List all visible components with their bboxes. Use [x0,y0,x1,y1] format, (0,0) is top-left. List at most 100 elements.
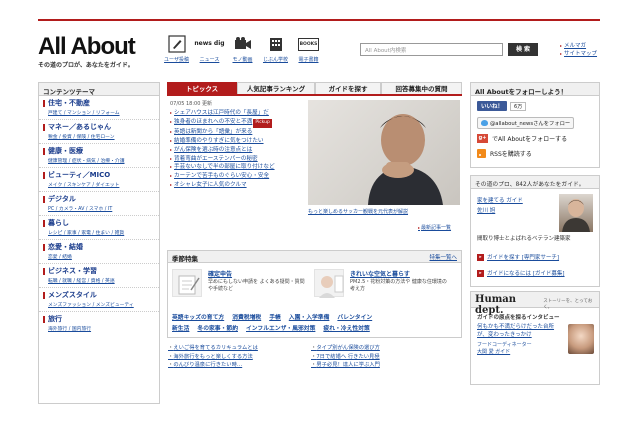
keyword-link[interactable]: 新生活 [172,323,189,332]
user-post-button[interactable]: ユーザ投稿 [160,34,193,63]
keyword-link[interactable]: 手帳 [269,312,281,321]
keyword-link[interactable]: 消費税増税 [232,312,261,321]
keyword-link[interactable]: バレンタイン [337,312,372,321]
category-business[interactable]: ビジネス・学習 転職 / 就職 / 経営 / 資格 / 英語 [39,264,159,288]
all-about-logo[interactable]: All About [38,33,136,61]
seasonal-features: 季節特集 特集一覧へ 確定申告 早めにもしない申請を よくある疑問・質問や手続な… [167,250,462,338]
category-living[interactable]: 暮らし レシピ / 家事 / 家電 / 住まい / 雑貨 [39,216,159,240]
find-guide-label[interactable]: ガイドを探す [専門家サーチ] [487,253,559,261]
keyword-link[interactable]: 疲れ・冷え性対策 [323,323,369,332]
video-button[interactable]: モノ動画 [226,34,259,63]
latest-articles-link[interactable]: 最新記事一覧 [418,224,451,231]
category-sublinks[interactable]: 健康管理 / 症状・病気 / 治療・介護 [48,157,155,164]
interviewee-name[interactable]: フードコーディネーター 大関 愛 ガイド [477,342,532,356]
school-label: じぶん学校 [262,57,288,63]
interview-link[interactable]: 何もかも不満だらけだった台所が、変わったきっかけ [477,323,557,339]
topic-text[interactable]: 独身者のほまれへの不安と不満 [174,119,252,125]
category-mens[interactable]: メンズスタイル メンズファッション / メンズビューティ [39,288,159,312]
topic-link[interactable]: 手芸ないなしで半の部屋に取り付けなど [170,163,308,172]
video-label: モノ動画 [232,57,253,63]
interviewee-guide-name[interactable]: 大関 愛 ガイド [477,349,532,356]
category-travel[interactable]: 旅行 海外旅行 / 国内旅行 [39,312,159,335]
category-sublinks[interactable]: メイク / スキンケア / ダイエット [48,181,155,188]
topic-link[interactable]: 背着弯曲がエーステンパーの秘密 [170,155,308,164]
books-badge: BOOKS [297,37,320,51]
category-sublinks[interactable]: メンズファッション / メンズビューティ [48,301,155,308]
category-label[interactable]: デジタル [43,194,155,204]
category-housing[interactable]: 住宅・不動産 戸建て / マンション / リフォーム [39,96,159,120]
news-button[interactable]: news dig ニュース [193,34,226,64]
bottom-link[interactable]: 男子必見！達人に学ぶ入門 [311,361,380,370]
category-label[interactable]: 旅行 [43,314,155,324]
become-guide-link[interactable]: ▸ ガイドになるには [ガイド募集] [477,269,565,277]
category-beauty[interactable]: ビューティ／MICO メイク / スキンケア / ダイエット [39,168,159,192]
bottom-link[interactable]: 海外旅行をもっと楽しくする方法 [168,353,258,362]
twitter-follow-button[interactable]: @allabout_newsさんをフォロー [477,117,575,129]
sitemap-link[interactable]: サイトマップ [560,50,597,58]
facebook-like-button[interactable]: いいね！ [477,101,508,111]
category-label[interactable]: ビューティ／MICO [43,170,155,180]
category-label[interactable]: 暮らし [43,218,155,228]
topic-link[interactable]: オシャレ女子に人気のクルマ [170,181,308,190]
become-guide-label[interactable]: ガイドになるには [ガイド募集] [487,269,565,277]
category-label[interactable]: 住宅・不動産 [43,98,155,108]
category-sublinks[interactable]: 戸建て / マンション / リフォーム [48,109,155,116]
search-input[interactable]: All About内検索 [360,43,503,56]
topic-link[interactable]: がん保険を選ぶ時の注意点とは [170,146,308,155]
guide-photo[interactable] [559,194,593,232]
category-sublinks[interactable]: 転職 / 就職 / 経営 / 資格 / 英語 [48,277,155,284]
pen-icon [160,34,193,54]
category-health[interactable]: 健康・医療 健康管理 / 症状・病気 / 治療・介護 [39,144,159,168]
topic-link[interactable]: 結婚準備のやりすぎに気をつけたい [170,137,308,146]
category-label[interactable]: 健康・医療 [43,146,155,156]
category-label[interactable]: ビジネス・学習 [43,266,155,276]
mailmag-link[interactable]: メルマガ [560,42,597,50]
feature-desc: PM2.5・花粉対策の方法や 健康な住環境の考え方 [350,279,447,292]
bottom-link[interactable]: 7日で結婚へ 行きたい見極 [311,353,380,362]
bottom-links-right: タイプ別がん保険の選び方 7日で結婚へ 行きたい見極 男子必見！達人に学ぶ入門 [311,344,380,370]
feature-title[interactable]: 確定申告 [208,269,232,278]
bottom-link[interactable]: えいご得を育てるカリキュラムとは [168,344,258,353]
keyword-link[interactable]: インフルエンザ・風邪対策 [246,323,315,332]
feature-list-link[interactable]: 特集一覧へ [429,253,457,261]
topic-link[interactable]: カーテンで苦手ものぐらい安心・安全 [170,172,308,181]
category-label[interactable]: メンズスタイル [43,290,155,300]
rss-label: RSSを購読する [490,151,532,158]
bottom-link[interactable]: のんびり温泉に行きたい時… [168,361,258,370]
hero-photo[interactable] [308,100,460,205]
gplus-follow[interactable]: g+ でAll Aboutをフォローする [477,134,567,143]
topic-link[interactable]: 独身者のほまれへの不安と不満Pickup [170,118,308,128]
keyword-link[interactable]: 入園・入学準備 [289,312,330,321]
interviewee-role: フードコーディネーター [477,342,532,348]
category-digital[interactable]: デジタル PC / カメラ・AV / スマホ / IT [39,192,159,216]
guide-info: 家を建てる ガイド 佐川 旭 [477,196,523,216]
search-button[interactable]: 検 索 [508,43,538,56]
ebook-label: 電子書籍 [298,57,319,63]
interviewee-photo[interactable] [568,324,594,354]
category-sublinks[interactable]: レシピ / 家事 / 家電 / 住まい / 雑貨 [48,229,155,236]
topic-link[interactable]: 英語は新聞から「語彙」が来る [170,128,308,137]
bottom-links-left: えいご得を育てるカリキュラムとは 海外旅行をもっと楽しくする方法 のんびり温泉に… [168,344,258,370]
category-label[interactable]: マネー／あるじゃん [43,122,155,132]
guide-topic[interactable]: 家を建てる ガイド [477,196,523,206]
follow-box: All Aboutをフォローしよう！ いいね！ 6万 @allabout_new… [470,82,600,168]
category-money[interactable]: マネー／あるじゃん 税金 / 投資 / 保険 / 住宅ローン [39,120,159,144]
topic-link[interactable]: シェアハウスは江戸時代の「長屋」だ [170,109,308,118]
category-sublinks[interactable]: 税金 / 投資 / 保険 / 住宅ローン [48,133,155,140]
category-sublinks[interactable]: 恋愛 / 結婚 [48,253,155,260]
keyword-link[interactable]: 冬の家事・節約 [197,323,238,332]
school-button[interactable]: じぶん学校 [259,34,292,63]
twitter-bird-icon [481,120,488,126]
ebook-button[interactable]: BOOKS 電子書籍 [292,34,325,63]
bottom-link[interactable]: タイプ別がん保険の選び方 [311,344,380,353]
category-love[interactable]: 恋愛・結婚 恋愛 / 結婚 [39,240,159,264]
category-label[interactable]: 恋愛・結婚 [43,242,155,252]
category-sublinks[interactable]: 海外旅行 / 国内旅行 [48,325,155,332]
keyword-link[interactable]: 英語キッズの育て方 [172,312,224,321]
feature-title[interactable]: きれいな空気と暮らす [350,269,410,278]
rss-subscribe[interactable]: RSSを購読する [477,149,532,158]
find-guide-link[interactable]: ▸ ガイドを探す [専門家サーチ] [477,253,559,261]
category-sublinks[interactable]: PC / カメラ・AV / スマホ / IT [48,205,155,212]
hero-caption-link[interactable]: もっと楽しめるサッカー観戦を元代表が解説 [308,208,408,215]
guide-name[interactable]: 佐川 旭 [477,206,523,216]
